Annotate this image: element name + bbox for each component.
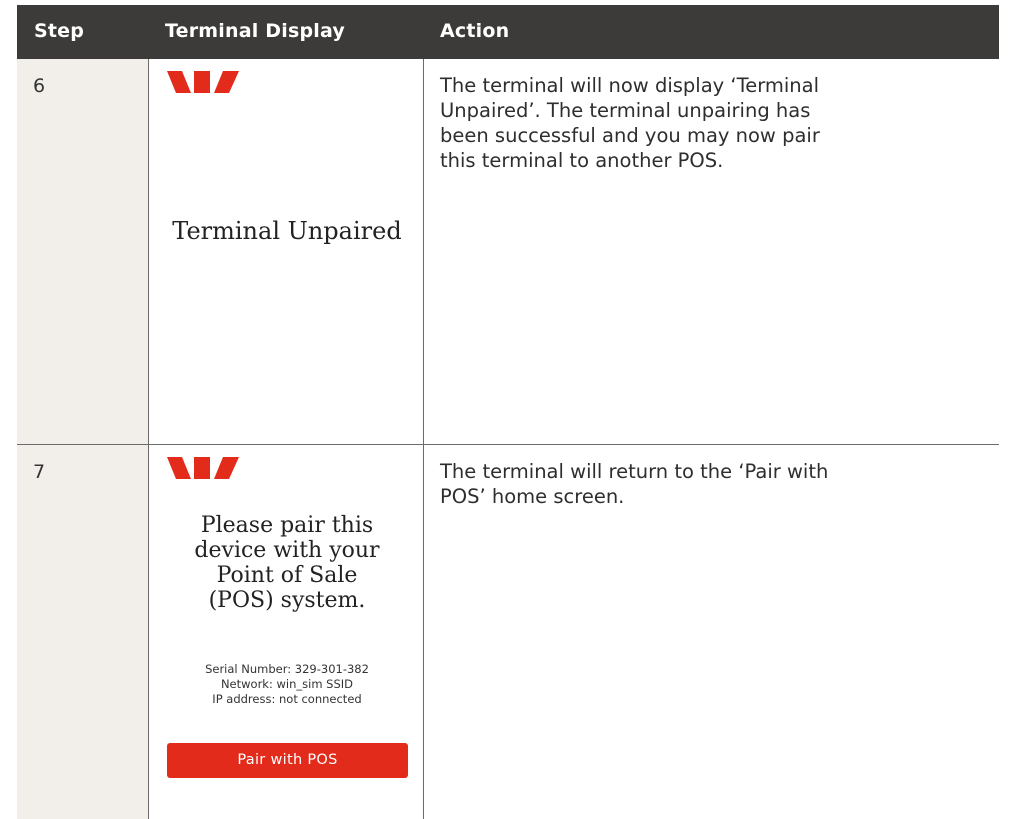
header-action: Action — [440, 20, 510, 42]
header-step: Step — [34, 20, 85, 42]
prompt-line: device with your — [194, 538, 380, 563]
instruction-table: Step Terminal Display Action 6 Terminal … — [17, 5, 999, 819]
prompt-line: Please pair this — [200, 513, 374, 538]
step-number: 6 — [33, 75, 46, 97]
prompt-line: (POS) system. — [208, 588, 366, 613]
column-divider — [423, 59, 424, 819]
table-row: 7 Please pair this device with your Poin… — [17, 445, 999, 819]
prompt-line: Point of Sale — [216, 563, 358, 588]
table-header: Step Terminal Display Action — [17, 5, 999, 59]
action-line: Unpaired’. The terminal unpairing has — [440, 99, 811, 122]
action-text: The terminal will return to the ‘Pair wi… — [440, 459, 920, 509]
column-divider — [148, 59, 149, 819]
action-line: been successful and you may now pair — [440, 124, 820, 147]
action-line: POS’ home screen. — [440, 485, 625, 508]
action-text: The terminal will now display ‘Terminal … — [440, 73, 920, 173]
westpac-logo-icon — [167, 457, 241, 483]
action-line: this terminal to another POS. — [440, 149, 724, 172]
step-cell: 6 — [17, 59, 148, 444]
network-info: Network: win_sim SSID — [220, 677, 354, 691]
header-terminal-display: Terminal Display — [165, 20, 346, 42]
table-row: 6 Terminal Unpaired The terminal will no… — [17, 59, 999, 445]
device-info: Serial Number: 329-301-382 Network: win_… — [149, 662, 425, 707]
action-line: The terminal will now display ‘Terminal — [440, 74, 820, 97]
pair-prompt: Please pair this device with your Point … — [149, 513, 425, 613]
ip-address: IP address: not connected — [212, 692, 362, 706]
terminal-screen-message: Terminal Unpaired — [172, 217, 402, 245]
step-cell: 7 — [17, 445, 148, 819]
pair-with-pos-button[interactable]: Pair with POS — [167, 743, 408, 778]
step-number: 7 — [33, 461, 46, 483]
westpac-logo-icon — [167, 71, 241, 97]
action-line: The terminal will return to the ‘Pair wi… — [440, 460, 829, 483]
serial-number: Serial Number: 329-301-382 — [205, 662, 369, 676]
